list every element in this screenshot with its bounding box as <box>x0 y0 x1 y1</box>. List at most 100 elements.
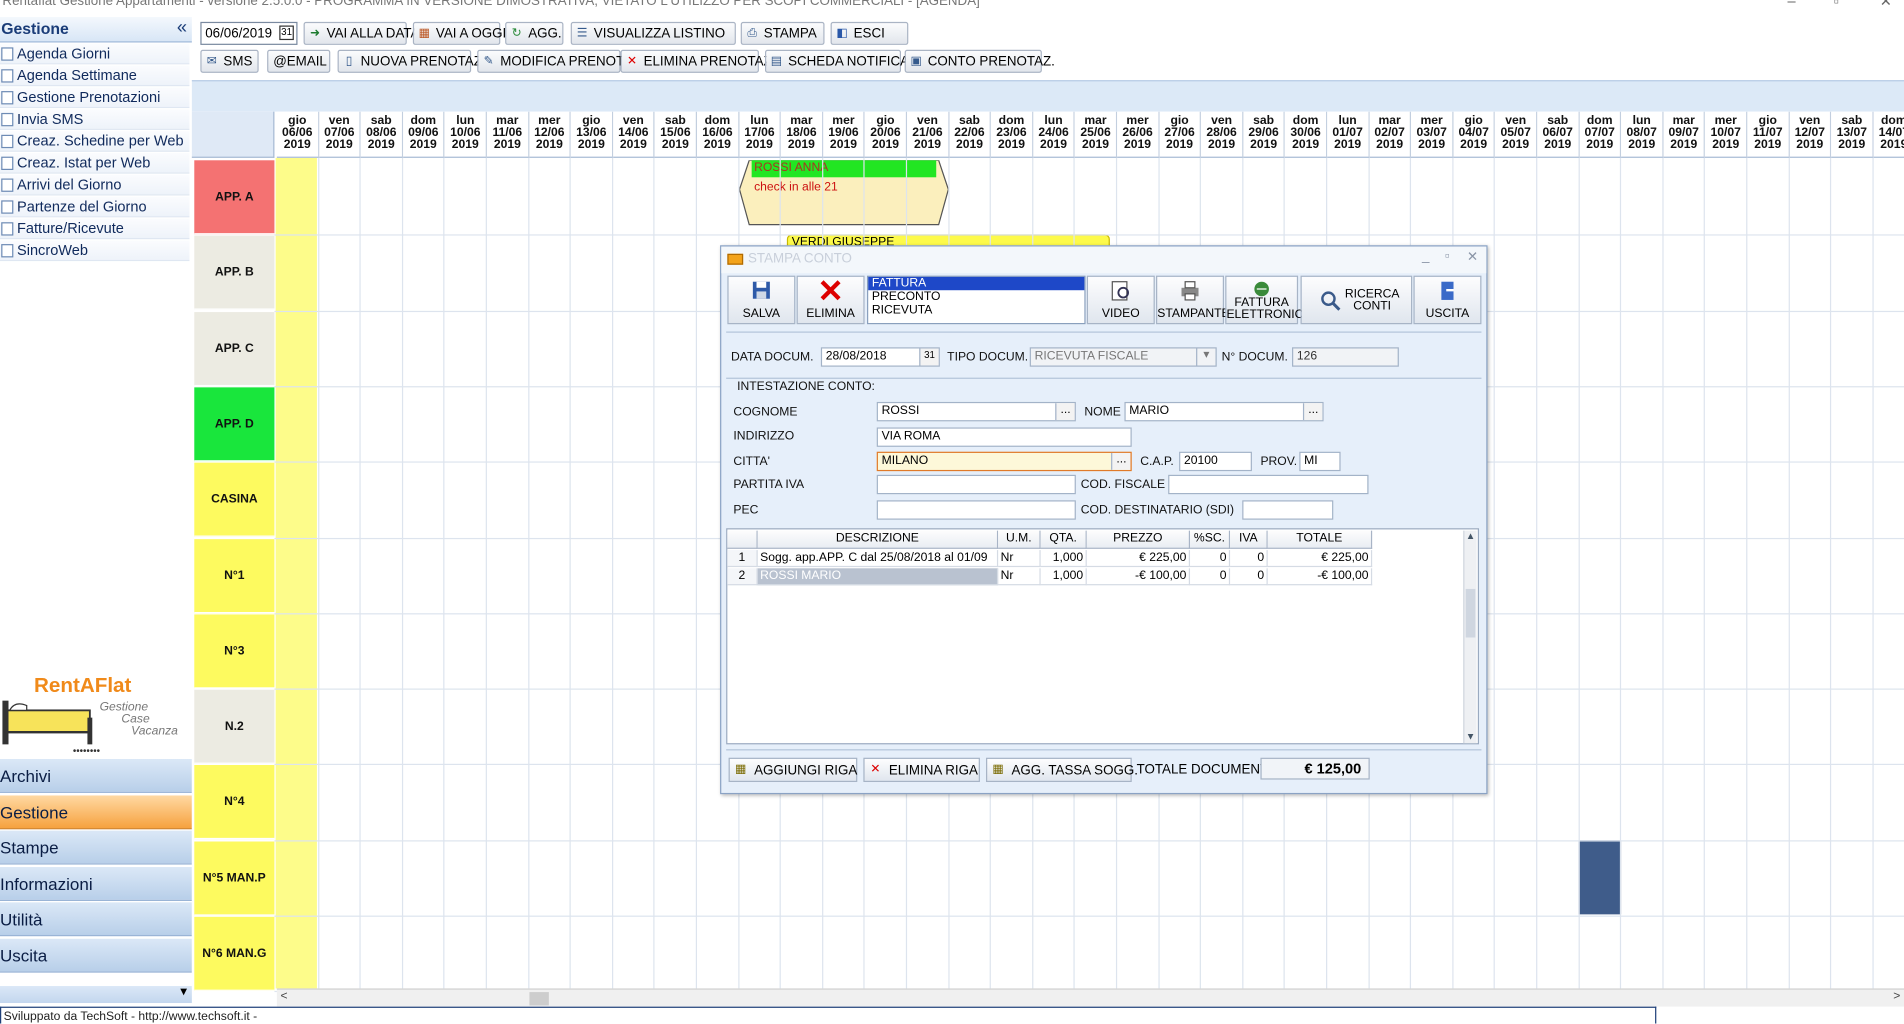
nav-utilit[interactable]: Utilità <box>0 901 192 937</box>
day-header[interactable]: mer 10/07 2019 <box>1705 111 1748 158</box>
day-header[interactable]: lun 10/06 2019 <box>444 111 487 158</box>
table-header-totale[interactable]: TOTALE <box>1267 530 1373 549</box>
scroll-thumb[interactable] <box>1465 588 1476 638</box>
nav-archivi[interactable]: Archivi <box>0 757 192 793</box>
sidebar-item-invia-sms[interactable]: Invia SMS <box>0 109 190 130</box>
document-type-list[interactable]: FATTURA PRECONTO RICEVUTA <box>867 275 1086 325</box>
fattura-elettronica-button[interactable]: FATTURA ELETTRONICA <box>1225 275 1311 325</box>
room-casina[interactable]: CASINA <box>194 462 275 537</box>
toolbar-scheda-notifica-button[interactable]: ▤ SCHEDA NOTIFICA <box>765 49 909 73</box>
toolbar-stampa-button[interactable]: ⎙ STAMPA <box>740 21 825 45</box>
cell-iva[interactable]: 0 <box>1230 550 1268 568</box>
vertical-scrollbar[interactable]: ▲ ▼ <box>1463 530 1477 744</box>
lookup-button[interactable]: ... <box>1055 403 1075 421</box>
day-header[interactable]: lun 08/07 2019 <box>1621 111 1664 158</box>
room-n-6-man-g[interactable]: N°6 MAN.G <box>194 916 275 991</box>
maximize-icon[interactable]: ▫ <box>1445 249 1450 264</box>
cell-um[interactable]: Nr <box>998 568 1041 586</box>
toolbar-vai-alla-data-button[interactable]: ➜ VAI ALLA DATA <box>303 21 419 45</box>
sidebar-item-agenda-settimane[interactable]: Agenda Settimane <box>0 65 190 87</box>
close-icon[interactable]: ✕ <box>1880 0 1892 10</box>
room-app-c[interactable]: APP. C <box>194 311 275 386</box>
day-header[interactable]: dom 09/06 2019 <box>402 111 445 158</box>
tipo-docum-select[interactable]: RICEVUTA FISCALE ▾ <box>1029 347 1217 367</box>
day-header[interactable]: sab 22/06 2019 <box>949 111 992 158</box>
cod-fiscale-field[interactable] <box>1168 474 1369 495</box>
doc-type-ricevuta[interactable]: RICEVUTA <box>868 304 1084 317</box>
prov-field[interactable]: MI <box>1299 451 1341 472</box>
room-n-3[interactable]: N°3 <box>194 614 275 689</box>
room-n-5-man-p[interactable]: N°5 MAN.P <box>194 841 275 916</box>
table-header-prezzo[interactable]: PREZZO <box>1086 530 1191 549</box>
day-header[interactable]: gio 06/06 2019 <box>276 111 319 158</box>
cognome-field[interactable]: ROSSI ... <box>876 401 1076 422</box>
day-header[interactable]: sab 29/06 2019 <box>1243 111 1286 158</box>
nav-informazioni[interactable]: Informazioni <box>0 865 192 901</box>
day-header[interactable]: dom 30/06 2019 <box>1285 111 1328 158</box>
scroll-thumb[interactable] <box>529 992 549 1006</box>
delete-row-button[interactable]: ✕ ELIMINA RIGA <box>863 757 980 783</box>
table-header-qta[interactable]: QTA. <box>1040 530 1087 549</box>
toolbar-elimina-prenotaz-button[interactable]: ✕ ELIMINA PRENOTAZ. <box>620 49 775 73</box>
cell-prezzo[interactable]: -€ 100,00 <box>1086 568 1191 586</box>
day-header[interactable]: mer 12/06 2019 <box>528 111 571 158</box>
table-header-sc[interactable]: %SC. <box>1190 530 1231 549</box>
day-header[interactable]: mar 02/07 2019 <box>1369 111 1412 158</box>
day-header[interactable]: sab 06/07 2019 <box>1537 111 1580 158</box>
day-header[interactable]: gio 27/06 2019 <box>1159 111 1202 158</box>
scroll-down-icon[interactable]: ▼ <box>1464 731 1476 743</box>
cell-descrizione[interactable]: Sogg. app.APP. C dal 25/08/2018 al 01/09 <box>757 550 999 568</box>
table-header-descrizione[interactable]: DESCRIZIONE <box>757 530 999 549</box>
nav-uscita[interactable]: Uscita <box>0 937 192 973</box>
day-header[interactable]: ven 07/06 2019 <box>318 111 361 158</box>
cell-iva[interactable]: 0 <box>1230 568 1268 586</box>
toolbar-agg-button[interactable]: ↻ AGG. <box>505 21 564 45</box>
add-tax-button[interactable]: ▦ AGG. TASSA SOGG. <box>986 757 1138 783</box>
sidebar-item-creaz-schedine-per-web[interactable]: Creaz. Schedine per Web <box>0 131 190 152</box>
day-header[interactable]: ven 12/07 2019 <box>1789 111 1832 158</box>
toolbar-sms-button[interactable]: ✉ SMS <box>200 49 259 73</box>
cell-totale[interactable]: -€ 100,00 <box>1267 568 1373 586</box>
scroll-up-icon[interactable]: ▲ <box>1464 531 1476 543</box>
lookup-button[interactable]: ... <box>1111 452 1131 470</box>
day-header[interactable]: mar 09/07 2019 <box>1663 111 1706 158</box>
minimize-icon[interactable]: _ <box>1422 249 1429 264</box>
toolbar-visualizza-listino-button[interactable]: ☰ VISUALIZZA LISTINO <box>570 21 736 45</box>
toolbar-vai-a-oggi-button[interactable]: ▦ VAI A OGGI <box>412 21 506 45</box>
day-header[interactable]: gio 20/06 2019 <box>865 111 908 158</box>
sidebar-item-partenze-del-giorno[interactable]: Partenze del Giorno <box>0 196 190 218</box>
salva-button[interactable]: SALVA <box>727 275 796 325</box>
citta-field[interactable]: MILANO ... <box>876 451 1132 472</box>
day-header[interactable]: gio 13/06 2019 <box>570 111 613 158</box>
room-n-4[interactable]: N°4 <box>194 765 275 840</box>
partita-iva-field[interactable] <box>876 474 1076 495</box>
pec-field[interactable] <box>876 500 1076 520</box>
room-app-b[interactable]: APP. B <box>194 235 275 311</box>
data-docum-field[interactable]: 28/08/2018 31 <box>820 347 940 367</box>
collapse-icon[interactable]: « <box>177 17 187 38</box>
cell-qta[interactable]: 1,000 <box>1040 568 1087 586</box>
day-header[interactable]: ven 05/07 2019 <box>1495 111 1538 158</box>
indirizzo-field[interactable]: VIA ROMA <box>876 427 1132 447</box>
toolbar-nuova-prenotaz-button[interactable]: ▯ NUOVA PRENOTAZ. <box>337 49 486 73</box>
day-header[interactable]: mer 26/06 2019 <box>1117 111 1160 158</box>
cap-field[interactable]: 20100 <box>1179 451 1252 472</box>
table-header-u-m[interactable]: U.M. <box>998 530 1041 549</box>
add-row-button[interactable]: ▦ AGGIUNGI RIGA <box>728 757 858 783</box>
day-header[interactable]: mer 19/06 2019 <box>823 111 866 158</box>
sidebar-item-fatture-ricevute[interactable]: Fatture/Ricevute <box>0 218 190 240</box>
day-header[interactable]: mar 25/06 2019 <box>1075 111 1118 158</box>
maximize-icon[interactable]: ▫ <box>1834 0 1839 10</box>
doc-type-preconto[interactable]: PRECONTO <box>868 290 1084 303</box>
cod-destinatario-field[interactable] <box>1242 500 1334 520</box>
cell-totale[interactable]: € 225,00 <box>1267 550 1373 568</box>
nav-stampe[interactable]: Stampe <box>0 829 192 865</box>
room-n-1[interactable]: N°1 <box>194 538 275 613</box>
booking-rossi-anna[interactable]: ROSSI ANNA check in alle 21 <box>739 160 949 228</box>
cell-qta[interactable]: 1,000 <box>1040 550 1087 568</box>
nav-gestione[interactable]: Gestione <box>0 793 192 829</box>
day-header[interactable]: dom 07/07 2019 <box>1579 111 1622 158</box>
doc-type-fattura[interactable]: FATTURA <box>868 276 1085 291</box>
sidebar-item-gestione-prenotazioni[interactable]: Gestione Prenotazioni <box>0 87 190 109</box>
booking-block[interactable] <box>1578 840 1622 915</box>
